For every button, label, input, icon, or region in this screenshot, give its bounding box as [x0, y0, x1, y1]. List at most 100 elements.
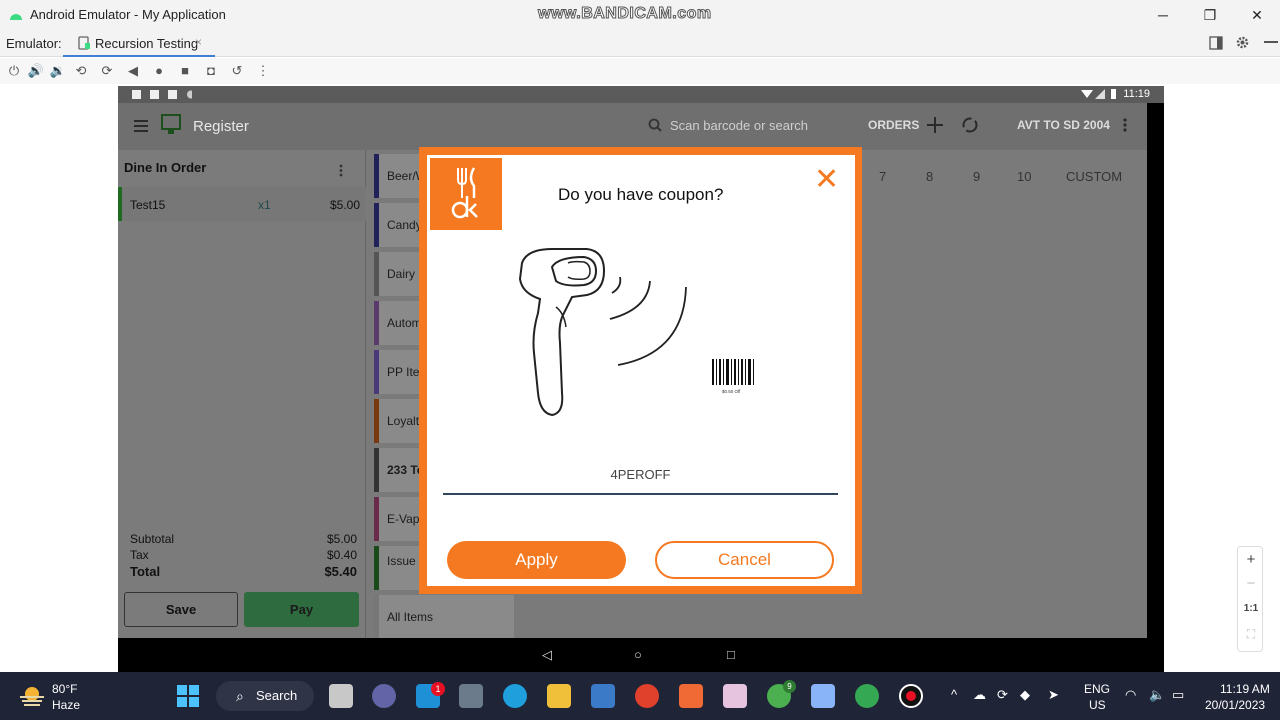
total-label: Total	[130, 564, 161, 579]
teams-chat-icon[interactable]	[372, 684, 396, 708]
windows-start-icon[interactable]	[177, 685, 199, 707]
app-toolbar: Register Scan barcode or search ORDERS A…	[118, 103, 1147, 150]
wifi-icon[interactable]: ◠	[1125, 687, 1136, 703]
overflow-menu-icon[interactable]	[1123, 118, 1127, 132]
dialog-question: Do you have coupon?	[558, 185, 724, 204]
collapse-icon[interactable]	[1264, 41, 1278, 45]
notepad-icon[interactable]	[811, 684, 835, 708]
region-indicator: US	[1089, 698, 1106, 712]
android-status-bar: 11:19	[118, 86, 1164, 103]
power-icon[interactable]: ⏻	[5, 62, 23, 80]
fork-knife-logo-icon	[451, 167, 478, 219]
record-dot-icon	[906, 691, 916, 701]
chrome-secondary-icon[interactable]	[855, 684, 879, 708]
search-icon[interactable]	[648, 118, 662, 132]
coupon-code-input[interactable]	[443, 455, 838, 495]
refresh-icon[interactable]	[961, 116, 979, 134]
edge-browser-icon[interactable]	[503, 684, 527, 708]
app-launcher-icon[interactable]	[459, 684, 483, 708]
home-icon[interactable]: ●	[150, 62, 168, 80]
battery-icon[interactable]: ▭	[1172, 687, 1184, 703]
clock-time[interactable]: 11:19 AM	[1220, 682, 1270, 696]
volume-up-icon[interactable]: 🔊	[27, 62, 45, 80]
tab-recursion-testing[interactable]: Recursion Testing ×	[63, 30, 215, 57]
restore-button[interactable]: ❐	[1190, 3, 1230, 27]
notification-icons	[132, 90, 192, 99]
order-item-qty: x1	[258, 198, 271, 212]
apply-button[interactable]: Apply	[447, 541, 626, 579]
pay-button[interactable]: Pay	[244, 592, 359, 627]
back-icon[interactable]: ◀	[124, 62, 142, 80]
number-key[interactable]: 9	[973, 169, 980, 184]
clock-date[interactable]: 20/01/2023	[1205, 698, 1265, 712]
weather-description: Haze	[52, 698, 81, 712]
file-explorer-icon[interactable]	[547, 684, 571, 708]
zoom-out-icon[interactable]: −	[1238, 575, 1264, 592]
sync-icon[interactable]: ⟳	[997, 687, 1008, 703]
menu-icon[interactable]	[134, 120, 148, 132]
order-menu-icon[interactable]	[339, 164, 343, 177]
show-hidden-icons-icon[interactable]: ^	[951, 687, 957, 702]
android-studio-icon[interactable]	[591, 684, 615, 708]
custom-key[interactable]: CUSTOM	[1066, 169, 1122, 184]
store-selector[interactable]: AVT TO SD 2004	[1017, 118, 1110, 132]
search-icon: ⌕	[236, 688, 244, 704]
windows-taskbar: 80°F Haze ⌕ Search 1 9 ^ ☁ ⟳ ◆ ➤ ENG US …	[0, 672, 1280, 720]
rotate-right-icon[interactable]: ⟳	[98, 62, 116, 80]
page-title: Register	[193, 118, 249, 135]
onedrive-icon[interactable]: ☁	[973, 687, 986, 703]
nav-recents-icon[interactable]: □	[727, 647, 735, 662]
volume-down-icon[interactable]: 🔉	[49, 62, 67, 80]
layout-icon[interactable]	[1209, 36, 1223, 50]
task-view-icon[interactable]	[329, 684, 353, 708]
postman-icon[interactable]	[679, 684, 703, 708]
barcode-search-input[interactable]: Scan barcode or search	[670, 118, 808, 133]
subtotal-label: Subtotal	[130, 532, 175, 546]
orders-button[interactable]: ORDERS	[868, 118, 919, 132]
number-key[interactable]: 8	[926, 169, 933, 184]
camera-icon[interactable]: ◘	[202, 62, 220, 80]
location-icon[interactable]: ➤	[1048, 687, 1059, 703]
snapshot-icon[interactable]: ↺	[228, 62, 246, 80]
window-title: Android Emulator - My Application	[30, 7, 226, 22]
tab-label: Recursion Testing	[95, 36, 199, 51]
barcode-caption: $0.50 Off	[722, 389, 741, 394]
subtotal-value: $5.00	[326, 532, 357, 546]
slack-icon[interactable]	[723, 684, 747, 708]
save-button[interactable]: Save	[124, 592, 238, 627]
zoom-fit-icon[interactable]: ⛶	[1238, 627, 1264, 642]
overview-icon[interactable]: ■	[176, 62, 194, 80]
gear-icon[interactable]	[1235, 35, 1250, 50]
taskbar-search-button[interactable]: ⌕ Search	[216, 681, 314, 711]
nav-back-icon[interactable]: ◁	[542, 647, 552, 663]
nav-home-icon[interactable]: ○	[634, 647, 642, 662]
emulator-toolbar: ⏻ 🔊 🔉 ⟲ ⟳ ◀ ● ■ ◘ ↺ ⋮	[0, 58, 1280, 84]
barcode-coupon-image: $0.50 Off	[710, 357, 756, 397]
android-icon	[10, 14, 22, 20]
order-line-item[interactable]: Test15 x1 $5.00	[118, 187, 366, 221]
zoom-actual-size-icon[interactable]: 1:1	[1238, 603, 1264, 614]
device-icon	[78, 36, 90, 50]
number-key[interactable]: 7	[879, 169, 886, 184]
dropbox-icon[interactable]: ◆	[1020, 687, 1030, 703]
speaker-icon[interactable]: 🔈	[1149, 687, 1165, 703]
order-panel: Dine In Order Test15 x1 $5.00 Subtotal $…	[118, 150, 366, 638]
chrome-badge: 9	[783, 680, 796, 693]
language-indicator[interactable]: ENG	[1084, 682, 1110, 696]
number-key[interactable]: 10	[1017, 169, 1031, 184]
zoom-in-icon[interactable]: +	[1238, 551, 1264, 568]
tab-close-icon[interactable]: ×	[195, 35, 202, 49]
cancel-button[interactable]: Cancel	[655, 541, 834, 579]
add-icon[interactable]	[926, 116, 944, 134]
close-dialog-icon[interactable]: ✕	[814, 165, 839, 195]
minimize-button[interactable]: ─	[1143, 3, 1183, 27]
register-icon	[161, 114, 181, 134]
notification-badge: 1	[431, 682, 445, 696]
android-nav-bar: ◁ ○ □	[118, 638, 1147, 672]
more-icon[interactable]: ⋮	[254, 62, 272, 80]
close-window-button[interactable]: ✕	[1237, 3, 1277, 27]
category-item[interactable]: All Items	[374, 595, 514, 638]
total-value: $5.40	[324, 564, 357, 579]
rotate-left-icon[interactable]: ⟲	[72, 62, 90, 80]
chrome-icon[interactable]	[635, 684, 659, 708]
